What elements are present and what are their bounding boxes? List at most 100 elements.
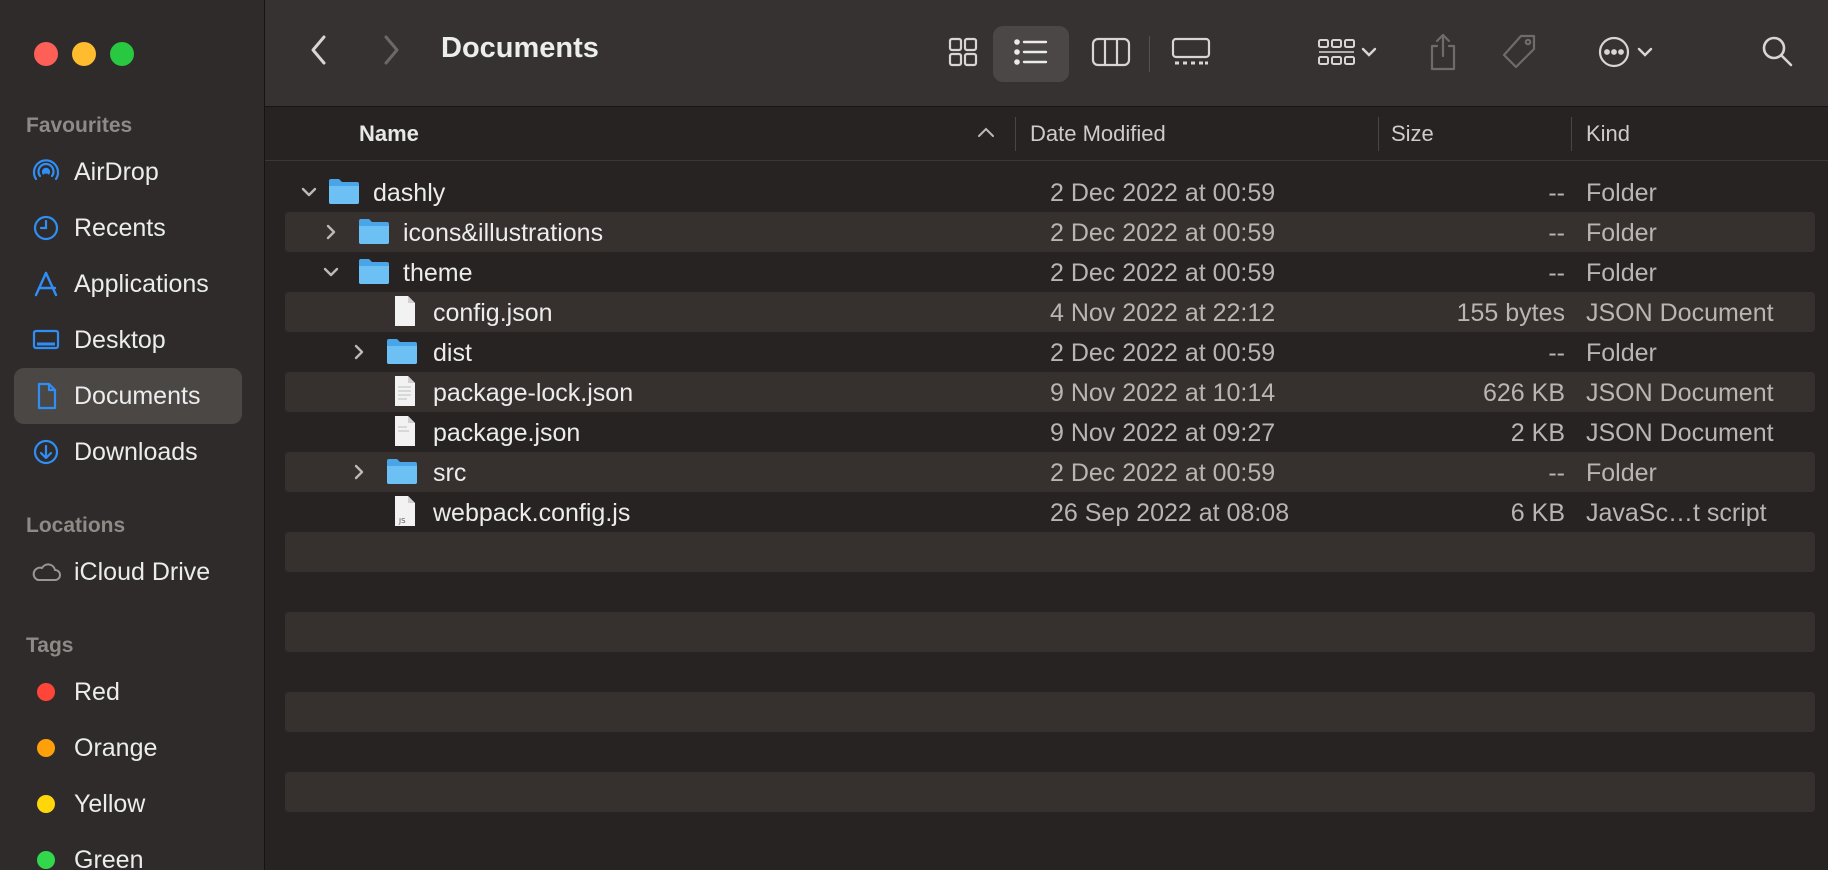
sidebar-item-label: Recents [74,213,166,242]
list-view-button[interactable] [993,26,1069,82]
ellipsis-circle-icon [1597,35,1631,74]
document-file-icon [387,415,421,447]
disclosure-collapsed-icon[interactable] [349,340,369,364]
columns-icon [1091,36,1131,73]
share-button[interactable] [1421,26,1465,82]
column-view-button[interactable] [1077,28,1145,80]
sidebar-item-desktop[interactable]: Desktop [14,312,242,368]
file-date-modified: 26 Sep 2022 at 08:08 [1050,499,1290,527]
file-size: 2 KB [1510,419,1565,447]
file-row[interactable]: JS webpack.config.js 26 Sep 2022 at 08:0… [285,492,1815,532]
sidebar-tag-red[interactable]: Red [14,664,242,720]
list-icon [1013,37,1049,72]
column-divider [1378,117,1379,151]
file-row[interactable]: config.json 4 Nov 2022 at 22:12 155 byte… [285,292,1815,332]
column-header-date-modified[interactable]: Date Modified [1030,121,1166,147]
file-date-modified: 4 Nov 2022 at 22:12 [1050,299,1276,327]
file-date-modified: 2 Dec 2022 at 00:59 [1050,179,1276,207]
search-button[interactable] [1755,30,1799,76]
sidebar-item-label: Applications [74,269,209,298]
sidebar-item-label: Documents [74,381,201,410]
sidebar-tag-green[interactable]: Green [14,832,242,870]
close-button[interactable] [34,42,58,66]
file-name: src [433,459,467,487]
column-header-size[interactable]: Size [1391,121,1434,147]
file-name: package.json [433,419,581,447]
minimize-button[interactable] [72,42,96,66]
chevron-down-icon [1361,45,1377,63]
back-button[interactable] [299,30,339,74]
window-controls [34,42,134,66]
file-kind: Folder [1586,219,1657,247]
disclosure-collapsed-icon[interactable] [349,460,369,484]
column-divider [1015,117,1016,151]
folder-icon [385,335,419,367]
desktop-icon [30,324,62,356]
tag-color-dot [30,844,62,870]
file-kind: Folder [1586,179,1657,207]
empty-row [285,532,1815,572]
finder-window: Favourites AirDrop Recents Applications … [0,0,1828,870]
file-date-modified: 9 Nov 2022 at 10:14 [1050,379,1276,407]
file-size: -- [1548,179,1565,207]
document-icon [30,380,62,412]
more-actions-button[interactable] [1585,26,1665,82]
empty-row [285,732,1815,772]
applications-icon [30,268,62,300]
file-name: dashly [373,179,446,207]
favourites-section-title: Favourites [26,114,133,137]
folder-icon [385,455,419,487]
file-name: theme [403,259,473,287]
sidebar-item-documents[interactable]: Documents [14,368,242,424]
toolbar-divider [1147,28,1151,80]
sidebar-item-airdrop[interactable]: AirDrop [14,144,242,200]
sidebar-item-recents[interactable]: Recents [14,200,242,256]
forward-button[interactable] [371,30,411,74]
file-name: dist [433,339,472,367]
disclosure-collapsed-icon[interactable] [321,220,341,244]
document-file-icon [387,375,421,407]
js-badge-text: JS [398,517,406,525]
tag-icon [1499,32,1539,77]
file-row[interactable]: theme 2 Dec 2022 at 00:59 -- Folder [285,252,1815,292]
tag-color-dot [30,788,62,820]
empty-row [285,612,1815,652]
file-date-modified: 2 Dec 2022 at 00:59 [1050,459,1276,487]
group-grid-icon [1317,36,1357,73]
empty-row [285,692,1815,732]
sort-ascending-icon[interactable] [977,125,995,143]
file-row[interactable]: package.json 9 Nov 2022 at 09:27 2 KB JS… [285,412,1815,452]
sidebar-item-applications[interactable]: Applications [14,256,242,312]
sidebar-item-downloads[interactable]: Downloads [14,424,242,480]
gallery-icon [1171,36,1211,73]
disclosure-expanded-icon[interactable] [299,180,319,204]
column-header-kind[interactable]: Kind [1586,121,1630,147]
file-row[interactable]: package-lock.json 9 Nov 2022 at 10:14 62… [285,372,1815,412]
file-row[interactable]: dashly 2 Dec 2022 at 00:59 -- Folder [285,172,1815,212]
file-row[interactable]: icons&illustrations 2 Dec 2022 at 00:59 … [285,212,1815,252]
sidebar-item-label: Green [74,845,144,870]
disclosure-expanded-icon[interactable] [321,260,341,284]
sidebar-tag-yellow[interactable]: Yellow [14,776,242,832]
document-file-icon [387,295,421,327]
cloud-icon [30,556,62,588]
column-header-name[interactable]: Name [359,121,419,147]
chevron-left-icon [309,34,329,71]
file-row[interactable]: src 2 Dec 2022 at 00:59 -- Folder [285,452,1815,492]
file-kind: JavaSc…t script [1586,499,1767,527]
tag-button[interactable] [1495,26,1543,82]
sidebar-item-icloud-drive[interactable]: iCloud Drive [14,544,242,600]
file-size: -- [1548,219,1565,247]
file-date-modified: 9 Nov 2022 at 09:27 [1050,419,1276,447]
search-icon [1760,34,1794,73]
folder-icon [327,175,361,207]
sidebar-tag-orange[interactable]: Orange [14,720,242,776]
zoom-button[interactable] [110,42,134,66]
icon-view-button[interactable] [929,28,997,80]
gallery-view-button[interactable] [1155,28,1227,80]
file-date-modified: 2 Dec 2022 at 00:59 [1050,219,1276,247]
file-row[interactable]: dist 2 Dec 2022 at 00:59 -- Folder [285,332,1815,372]
group-by-button[interactable] [1307,28,1387,80]
chevron-right-icon [381,34,401,71]
tag-color-dot [30,676,62,708]
